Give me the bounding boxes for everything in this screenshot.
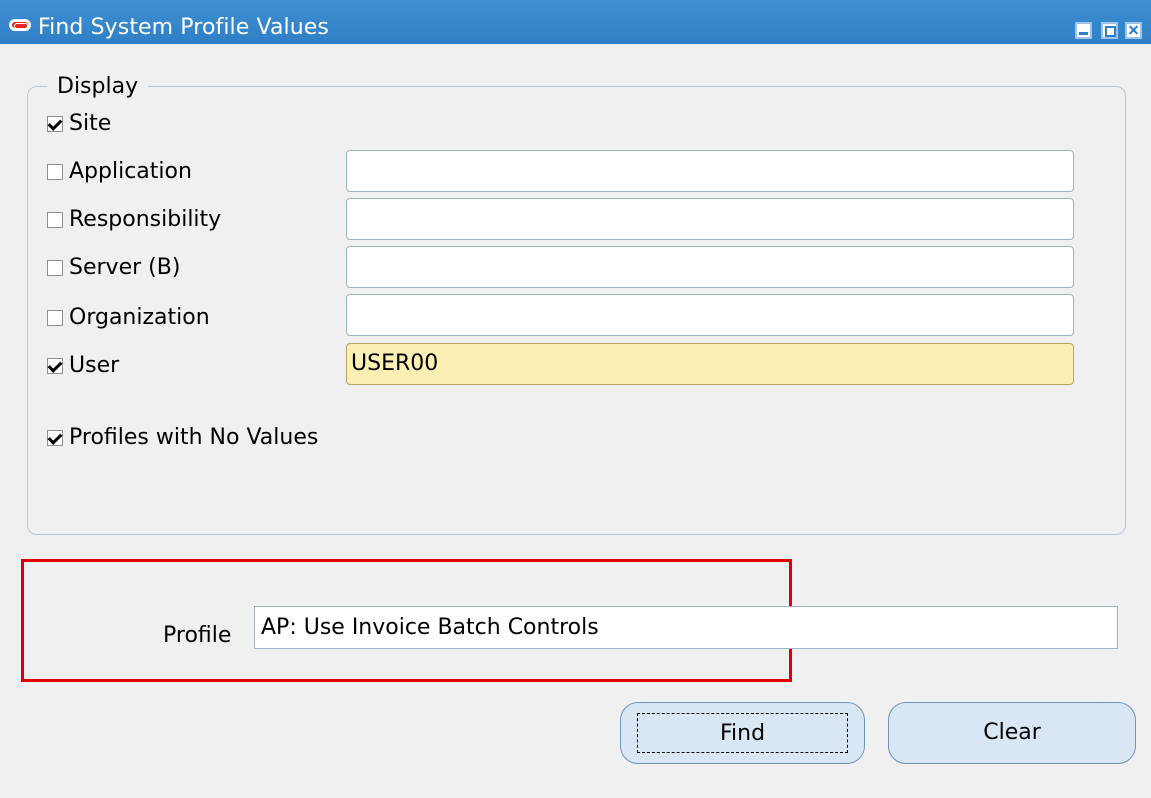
close-button[interactable] (1125, 22, 1142, 39)
user-checkbox[interactable] (47, 358, 63, 374)
find-button[interactable]: Find (620, 702, 865, 764)
profiles-no-values-checkbox[interactable] (47, 430, 63, 446)
title-bar: Find System Profile Values (0, 0, 1151, 44)
display-group-title: Display (47, 74, 149, 100)
site-label: Site (69, 111, 112, 136)
profile-label: Profile (163, 623, 232, 648)
profiles-no-values-label: Profiles with No Values (69, 425, 319, 450)
server-field[interactable] (346, 246, 1074, 288)
responsibility-label: Responsibility (69, 207, 222, 232)
find-button-label: Find (637, 713, 848, 753)
site-checkbox[interactable] (47, 116, 63, 132)
user-label: User (69, 353, 120, 378)
server-checkbox[interactable] (47, 260, 63, 276)
organization-field[interactable] (346, 294, 1074, 336)
organization-checkbox[interactable] (47, 310, 63, 326)
clear-button[interactable]: Clear (888, 702, 1136, 764)
application-field[interactable] (346, 150, 1074, 192)
user-field[interactable]: USER00 (346, 343, 1074, 385)
application-checkbox[interactable] (47, 164, 63, 180)
profile-field[interactable]: AP: Use Invoice Batch Controls (254, 606, 1118, 649)
application-label: Application (69, 159, 192, 184)
responsibility-checkbox[interactable] (47, 212, 63, 228)
server-label: Server (B) (69, 255, 181, 280)
organization-label: Organization (69, 305, 210, 330)
maximize-button[interactable] (1101, 22, 1118, 39)
window-title: Find System Profile Values (38, 15, 329, 40)
responsibility-field[interactable] (346, 198, 1074, 240)
oracle-logo-icon (9, 19, 31, 31)
minimize-button[interactable] (1075, 22, 1092, 39)
find-system-profile-values-window: Find System Profile Values Display Site … (0, 0, 1151, 798)
